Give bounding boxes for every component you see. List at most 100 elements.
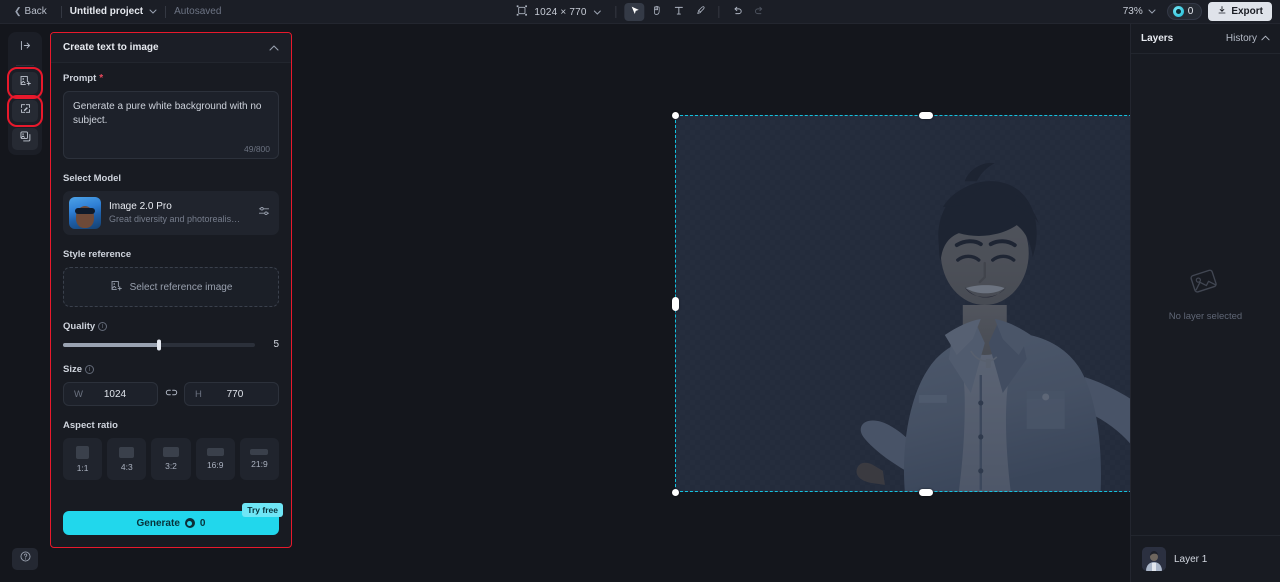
aspect-ratio-option-16-9[interactable]: 16:9 xyxy=(195,438,235,480)
back-button[interactable]: ❮ Back xyxy=(8,4,53,19)
aspect-ratio-option-21-9[interactable]: 21:9 xyxy=(239,438,280,480)
quality-slider-row: 5 xyxy=(63,339,279,350)
app-body: Create text to image Prompt * Generate a… xyxy=(0,24,1280,582)
style-reference-dropzone-label: Select reference image xyxy=(129,281,233,293)
prompt-label-row: Prompt * xyxy=(63,73,279,84)
aspect-ratio-option-1-1[interactable]: 1:1 xyxy=(63,438,103,480)
redo-button[interactable] xyxy=(750,3,770,21)
size-label: Size xyxy=(63,364,83,375)
credit-coin-icon xyxy=(184,518,195,528)
size-inputs-row: W 1024 H 770 xyxy=(63,382,279,406)
collapse-panel-button[interactable] xyxy=(12,37,38,59)
link-broken-icon xyxy=(165,385,178,403)
layers-empty-state: No layer selected xyxy=(1131,54,1280,536)
height-input[interactable]: H 770 xyxy=(184,382,279,406)
chevron-up-icon xyxy=(1261,33,1270,44)
aspect-ratio-shape xyxy=(119,446,135,458)
tab-layers[interactable]: Layers xyxy=(1141,33,1173,44)
tool-group xyxy=(624,3,711,21)
canvas-area[interactable] xyxy=(292,24,1130,582)
undo-button[interactable] xyxy=(728,3,748,21)
help-button[interactable] xyxy=(12,548,38,570)
credits-balance[interactable]: 0 xyxy=(1166,3,1203,20)
rail-button-generate-image[interactable] xyxy=(7,67,43,99)
chevron-down-icon[interactable] xyxy=(149,7,157,16)
quality-label-row: Quality i xyxy=(63,321,279,332)
quality-slider-thumb[interactable] xyxy=(157,339,161,350)
artboard-background xyxy=(675,115,1130,492)
panel-body: Prompt * Generate a pure white backgroun… xyxy=(51,63,291,501)
divider xyxy=(16,65,34,66)
image-stack-icon xyxy=(19,130,32,148)
divider xyxy=(615,6,617,18)
resize-handle-middle-left[interactable] xyxy=(671,296,679,311)
topbar-center-group: 1024 × 770 xyxy=(510,0,769,24)
empty-state-text: No layer selected xyxy=(1168,310,1243,322)
panel-title: Create text to image xyxy=(63,42,159,53)
cursor-select-tool[interactable] xyxy=(624,3,645,21)
height-unit-label: H xyxy=(195,388,202,400)
topbar-left-group: ❮ Back Untitled project Autosaved xyxy=(0,4,221,19)
brush-icon xyxy=(695,5,706,19)
model-info: Image 2.0 Pro Great diversity and photor… xyxy=(109,200,247,225)
brush-tool[interactable] xyxy=(691,3,711,21)
model-description: Great diversity and photorealism. Of… xyxy=(109,214,247,225)
zoom-control[interactable]: 73% xyxy=(1118,4,1161,19)
info-icon[interactable]: i xyxy=(85,365,95,374)
project-name[interactable]: Untitled project xyxy=(70,6,143,17)
aspect-ratio-option-4-3[interactable]: 4:3 xyxy=(107,438,147,480)
width-value: 1024 xyxy=(103,388,127,400)
help-circle-icon xyxy=(19,550,32,568)
model-thumbnail xyxy=(69,197,101,229)
cursor-select-icon xyxy=(629,5,640,19)
rail-card-top xyxy=(7,32,43,155)
artboard[interactable] xyxy=(671,111,1130,496)
hand-tool[interactable] xyxy=(647,3,667,21)
resize-handle-top-center[interactable] xyxy=(919,111,933,119)
aspect-ratio-label: Aspect ratio xyxy=(63,420,118,431)
style-reference-dropzone[interactable]: Select reference image xyxy=(63,267,279,307)
rail-button-layers[interactable] xyxy=(12,128,38,150)
image-plus-icon xyxy=(19,74,32,92)
tab-history[interactable]: History xyxy=(1226,33,1270,44)
aspect-lock-toggle[interactable] xyxy=(164,385,178,403)
layer-list: Layer 1 xyxy=(1131,536,1280,582)
width-unit-label: W xyxy=(74,388,83,400)
prompt-character-counter: 49/800 xyxy=(244,144,270,154)
layer-item[interactable]: Layer 1 xyxy=(1139,544,1272,574)
divider xyxy=(60,5,62,18)
rail-button-edit-image[interactable] xyxy=(7,95,43,127)
quality-section: Quality i 5 xyxy=(63,321,279,350)
canvas-size-control[interactable]: 1024 × 770 xyxy=(510,3,607,21)
create-text-to-image-panel: Create text to image Prompt * Generate a… xyxy=(50,32,292,548)
generate-cost: 0 xyxy=(199,517,206,529)
panel-collapse-toggle[interactable] xyxy=(269,43,279,53)
aspect-ratio-options: 1:1 4:3 3:2 16:9 21:9 xyxy=(63,438,280,480)
back-label: Back xyxy=(24,6,47,17)
chevron-left-icon: ❮ xyxy=(14,6,22,16)
quality-slider[interactable] xyxy=(63,339,255,350)
text-tool[interactable] xyxy=(669,3,689,21)
autosave-status: Autosaved xyxy=(174,6,222,17)
panel-header: Create text to image xyxy=(51,33,291,63)
info-icon[interactable]: i xyxy=(98,322,108,331)
resize-handle-top-left[interactable] xyxy=(671,111,679,119)
resize-handle-bottom-left[interactable] xyxy=(671,488,679,496)
model-selector[interactable]: Image 2.0 Pro Great diversity and photor… xyxy=(63,191,279,235)
generate-label: Generate xyxy=(136,517,180,529)
prompt-input[interactable]: Generate a pure white background with no… xyxy=(63,91,279,159)
aspect-ratio-label: 16:9 xyxy=(206,460,224,470)
right-sidebar-header: Layers History xyxy=(1131,24,1280,54)
width-input[interactable]: W 1024 xyxy=(63,382,158,406)
layer-thumbnail xyxy=(1142,547,1166,571)
aspect-ratio-shape xyxy=(76,445,90,459)
topbar-right-group: 73% 0 Export xyxy=(1118,2,1280,21)
aspect-ratio-option-3-2[interactable]: 3:2 xyxy=(151,438,191,480)
download-icon xyxy=(1217,5,1227,18)
resize-handle-bottom-center[interactable] xyxy=(919,488,933,496)
aspect-ratio-section: Aspect ratio 1:1 4:3 3:2 16:9 21:9 xyxy=(63,420,280,480)
panel-collapse-icon xyxy=(19,39,32,57)
model-settings-button[interactable] xyxy=(255,201,273,225)
export-button[interactable]: Export xyxy=(1208,2,1272,21)
left-tool-rail xyxy=(0,24,50,582)
